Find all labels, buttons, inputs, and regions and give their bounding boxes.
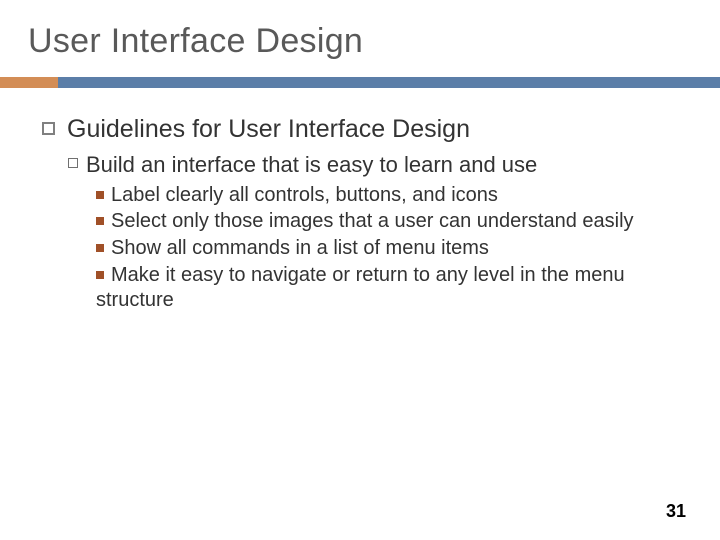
level2-item: Build an interface that is easy to learn… — [68, 151, 692, 179]
filled-square-bullet-icon — [96, 191, 104, 199]
level3-text: Show all commands in a list of menu item… — [111, 237, 489, 259]
level3-text: Label clearly all controls, buttons, and… — [111, 184, 498, 206]
content-area: Guidelines for User Interface Design Bui… — [28, 88, 692, 314]
level3-text: Select only those images that a user can… — [111, 210, 634, 232]
filled-square-bullet-icon — [96, 271, 104, 279]
page-number: 31 — [666, 501, 686, 522]
divider-bar — [0, 77, 720, 88]
small-square-bullet-icon — [68, 158, 78, 168]
list-item: Show all commands in a list of menu item… — [96, 236, 692, 262]
filled-square-bullet-icon — [96, 217, 104, 225]
level1-text: Guidelines for User Interface Design — [67, 114, 470, 145]
level1-item: Guidelines for User Interface Design — [42, 114, 692, 145]
slide-title: User Interface Design — [28, 22, 692, 61]
list-item: Make it easy to navigate or return to an… — [96, 263, 692, 314]
list-item: Select only those images that a user can… — [96, 209, 692, 235]
level3-text: Make it easy to navigate or return to an… — [96, 264, 625, 312]
slide-container: User Interface Design Guidelines for Use… — [0, 0, 720, 540]
filled-square-bullet-icon — [96, 244, 104, 252]
open-square-bullet-icon — [42, 122, 55, 135]
level3-list: Label clearly all controls, buttons, and… — [96, 183, 692, 314]
level2-text: Build an interface that is easy to learn… — [86, 151, 537, 179]
divider-accent — [0, 77, 58, 88]
list-item: Label clearly all controls, buttons, and… — [96, 183, 692, 209]
divider-main — [58, 77, 720, 88]
